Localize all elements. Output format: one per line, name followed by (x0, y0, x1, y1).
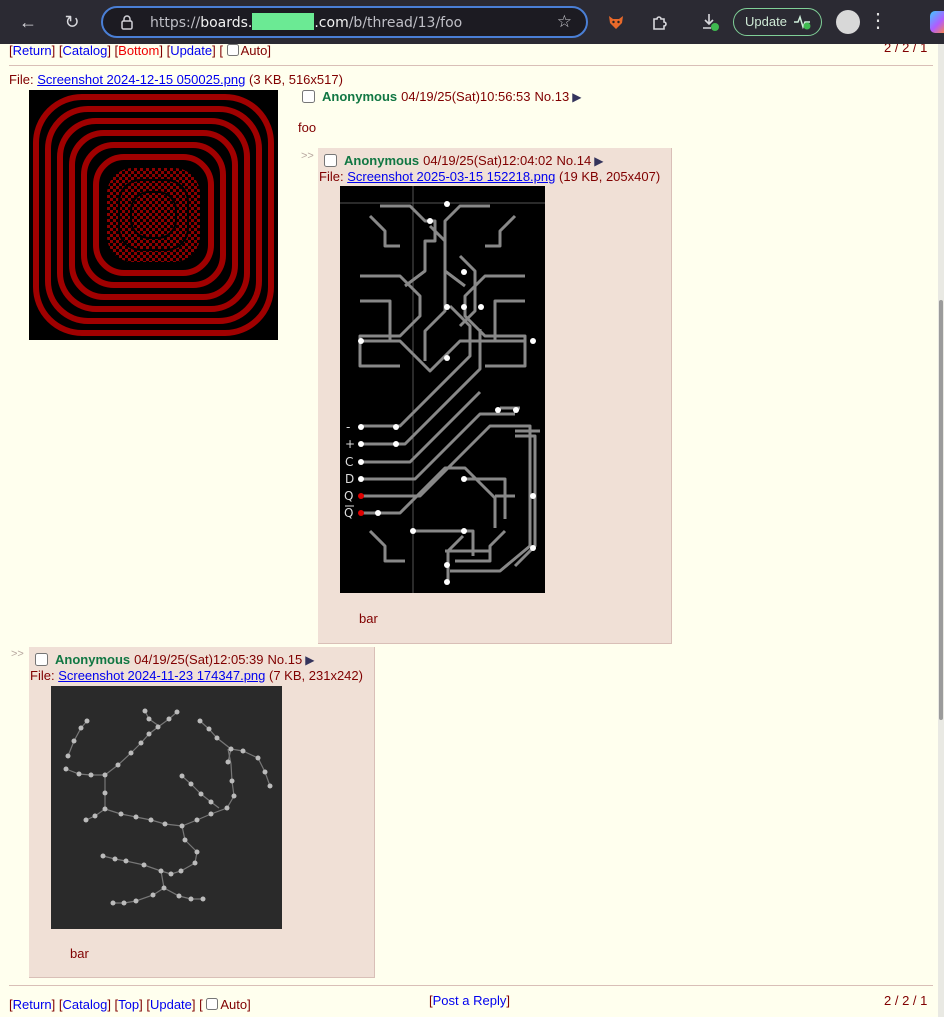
catalog-link[interactable]: Catalog (63, 44, 108, 58)
reply-15-message: bar (70, 946, 89, 961)
reply-14-post-info: Anonymous 04/19/25(Sat)12:04:02 No.14 ▶ (324, 153, 603, 168)
reload-icon[interactable]: ↻ (60, 10, 84, 34)
url-text: https://boards. .com/b/thread/13/foo (150, 13, 463, 31)
reply-14-message: bar (359, 611, 378, 626)
circuit-label-q: Q (344, 489, 353, 503)
page-count-bottom: 2 / 2 / 1 (884, 993, 928, 1008)
return-link-bottom[interactable]: Return (13, 997, 52, 1012)
circuit-label-d: D (345, 472, 354, 486)
op-poster-name: Anonymous (322, 89, 398, 104)
reply-side-arrows: >> (11, 648, 24, 660)
auto-checkbox[interactable] (226, 44, 239, 56)
reply-15-menu-arrow-icon[interactable]: ▶ (305, 653, 314, 667)
op-image[interactable] (29, 90, 278, 340)
circuit-label-plus: + (345, 437, 355, 451)
reply-15-post-info: Anonymous 04/19/25(Sat)12:05:39 No.15 ▶ (35, 652, 314, 667)
extensions-puzzle-icon[interactable] (650, 12, 670, 32)
top-nav: [Return] [Catalog] [Bottom] [Update] [ A… (9, 44, 271, 58)
op-post-info: Anonymous 04/19/25(Sat)10:56:53 No.13 ▶ (302, 89, 581, 104)
op-select-checkbox[interactable] (302, 90, 315, 103)
catalog-link-bottom[interactable]: Catalog (63, 997, 108, 1012)
auto-label-bottom: Auto (220, 997, 248, 1012)
profile-avatar-icon[interactable] (836, 10, 860, 34)
reply-14-file-link[interactable]: Screenshot 2025-03-15 152218.png (347, 169, 555, 184)
op-post-number[interactable]: No.13 (535, 89, 570, 104)
top-link[interactable]: Top (118, 997, 139, 1012)
return-link[interactable]: Return (13, 44, 52, 58)
reply-14-file-info: File: Screenshot 2025-03-15 152218.png (… (319, 169, 661, 184)
copilot-icon[interactable] (930, 11, 944, 33)
divider (9, 985, 933, 986)
update-link[interactable]: Update (170, 44, 212, 58)
menu-kebab-icon[interactable]: ⋮ (868, 8, 888, 33)
auto-checkbox-bottom[interactable] (206, 998, 219, 1010)
circuit-label-c: C (345, 455, 353, 469)
reply-14-poster-name: Anonymous (344, 153, 420, 168)
divider (9, 65, 933, 66)
extension-fox-icon[interactable] (606, 12, 626, 32)
reply-14-menu-arrow-icon[interactable]: ▶ (594, 154, 603, 168)
reply-15-file-info: File: Screenshot 2024-11-23 174347.png (… (30, 668, 363, 683)
auto-label: Auto (240, 44, 268, 58)
reply-15-datetime: 04/19/25(Sat)12:05:39 (134, 652, 264, 667)
reply-15-checkbox[interactable] (35, 653, 48, 666)
redacted-block (252, 13, 315, 30)
page-count: 2 / 2 / 1 (884, 44, 928, 55)
op-menu-arrow-icon[interactable]: ▶ (572, 90, 581, 104)
op-datetime: 04/19/25(Sat)10:56:53 (401, 89, 531, 104)
reply-14-post-number[interactable]: No.14 (557, 153, 592, 168)
post-reply-link[interactable]: Post a Reply (433, 993, 507, 1008)
health-icon (794, 14, 811, 30)
op-file-info: File: Screenshot 2024-12-15 050025.png (… (9, 72, 343, 87)
bookmark-star-icon[interactable]: ☆ (557, 12, 572, 32)
reply-15-poster-name: Anonymous (55, 652, 131, 667)
scrollbar-thumb[interactable] (939, 300, 943, 720)
update-button[interactable]: Update (733, 8, 822, 36)
op-file-link[interactable]: Screenshot 2024-12-15 050025.png (37, 72, 245, 87)
reply-15-file-link[interactable]: Screenshot 2024-11-23 174347.png (58, 668, 265, 683)
bottom-nav: [Return] [Catalog] [Top] [Update] [ Auto… (9, 997, 251, 1012)
reply-14-checkbox[interactable] (324, 154, 337, 167)
thread-page: [Return] [Catalog] [Bottom] [Update] [ A… (0, 44, 944, 1017)
back-icon[interactable]: ← (16, 10, 40, 34)
post-reply-area: [Post a Reply] (429, 993, 510, 1008)
reply-side-arrows: >> (301, 150, 314, 162)
circuit-label-minus: - (346, 420, 350, 434)
lock-icon (121, 15, 133, 30)
bottom-link[interactable]: Bottom (118, 44, 159, 58)
update-link-bottom[interactable]: Update (150, 997, 192, 1012)
reply-15-post-number[interactable]: No.15 (268, 652, 303, 667)
reply-15: Anonymous 04/19/25(Sat)12:05:39 No.15 ▶ … (29, 647, 375, 978)
reply-15-graph-image[interactable] (51, 686, 282, 929)
downloads-icon[interactable] (700, 12, 720, 32)
address-bar[interactable]: https://boards. .com/b/thread/13/foo ☆ (101, 6, 588, 38)
reply-14: Anonymous 04/19/25(Sat)12:04:02 No.14 ▶ … (318, 148, 672, 644)
browser-toolbar: ← ↻ https://boards. .com/b/thread/13/foo … (0, 0, 944, 44)
reply-14-datetime: 04/19/25(Sat)12:04:02 (423, 153, 553, 168)
circuit-label-q-bar: Q (344, 506, 353, 520)
reply-14-circuit-image[interactable]: - + C D Q Q (340, 186, 545, 593)
op-message: foo (298, 120, 317, 135)
